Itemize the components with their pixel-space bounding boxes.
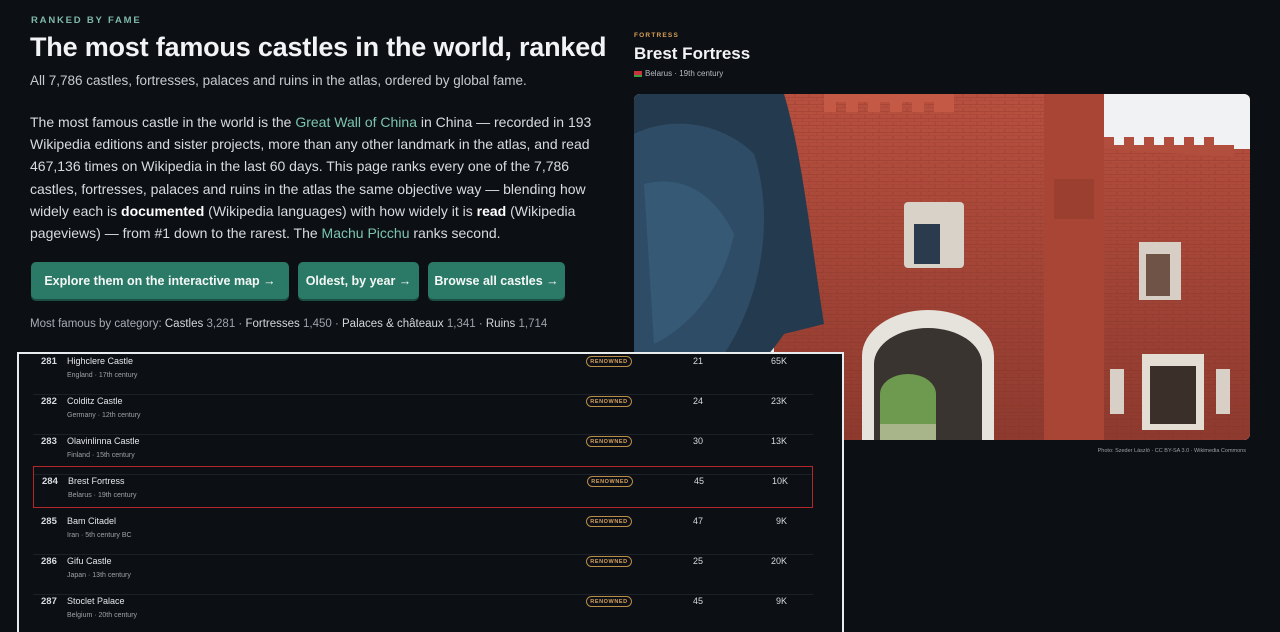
browse-castles-button[interactable]: Browse all castles →	[428, 262, 565, 299]
languages-count: 24	[692, 396, 703, 406]
status-badge: RENOWNED	[586, 396, 632, 407]
page-title: The most famous castles in the world, ra…	[30, 32, 607, 62]
table-row[interactable]: 285 Bam Citadel Iran · 5th century BC RE…	[33, 514, 813, 555]
languages-count: 45	[693, 476, 704, 486]
pageviews-count: 23K	[770, 396, 787, 406]
table-row[interactable]: 287 Stoclet Palace Belgium · 20th centur…	[33, 594, 813, 632]
explore-map-button[interactable]: Explore them on the interactive map →	[31, 262, 289, 299]
intro-text: (Wikipedia languages) with how widely it…	[204, 202, 477, 219]
castle-name[interactable]: Colditz Castle	[67, 396, 123, 406]
category-label: Castles	[164, 318, 204, 330]
category-item-palaces[interactable]: Palaces & châteaux 1,341	[342, 318, 476, 330]
category-item-ruins[interactable]: Ruins 1,714	[486, 318, 547, 330]
intro-paragraph: The most famous castle in the world is t…	[30, 111, 615, 244]
category-item-fortresses[interactable]: Fortresses 1,450	[245, 318, 331, 330]
feature-meta: Belarus · 19th century	[634, 69, 723, 78]
rank-number: 287	[41, 596, 57, 607]
castle-meta: Finland · 15th century	[67, 452, 135, 459]
page-subtitle: All 7,786 castles, fortresses, palaces a…	[30, 73, 527, 88]
table-row[interactable]: 281 Highclere Castle England · 17th cent…	[33, 354, 813, 395]
feature-title[interactable]: Brest Fortress	[634, 44, 750, 64]
castle-meta: Belgium · 20th century	[67, 612, 138, 619]
intro-bold: read	[476, 202, 507, 219]
table-row[interactable]: 282 Colditz Castle Germany · 12th centur…	[33, 394, 813, 435]
feature-eyebrow: FORTRESS	[634, 32, 679, 39]
rank-number: 286	[41, 556, 57, 567]
castle-name[interactable]: Stoclet Palace	[67, 596, 125, 606]
rank-number: 284	[42, 476, 58, 487]
status-badge: RENOWNED	[586, 556, 632, 567]
section-eyebrow: RANKED BY FAME	[31, 15, 142, 26]
rank-number: 281	[41, 356, 57, 367]
castle-meta: England · 17th century	[67, 372, 138, 379]
category-label: Palaces & châteaux	[342, 318, 444, 330]
castle-name[interactable]: Gifu Castle	[67, 556, 112, 566]
intro-text: ranks second.	[409, 225, 501, 242]
pageviews-count: 9K	[775, 596, 787, 606]
category-count: 1,714	[518, 318, 548, 330]
great-wall-link[interactable]: Great Wall of China	[295, 114, 417, 130]
languages-count: 21	[692, 356, 703, 366]
castle-meta: Iran · 5th century BC	[67, 532, 132, 539]
table-row[interactable]: 286 Gifu Castle Japan · 13th century REN…	[33, 554, 813, 595]
category-count: 3,281	[206, 318, 236, 330]
pageviews-count: 10K	[771, 476, 788, 486]
category-line: Most famous by category: Castles 3,281 ·…	[30, 318, 548, 330]
castle-name[interactable]: Bam Citadel	[67, 516, 116, 526]
category-label: Fortresses	[245, 318, 300, 330]
oldest-by-year-button[interactable]: Oldest, by year →	[298, 262, 419, 299]
status-badge: RENOWNED	[586, 596, 632, 607]
castle-name[interactable]: Highclere Castle	[67, 356, 133, 366]
castle-meta: Germany · 12th century	[67, 412, 141, 419]
rank-number: 283	[41, 436, 57, 447]
intro-text: The most famous castle in the world is t…	[30, 114, 296, 130]
pageviews-count: 9K	[775, 516, 787, 526]
status-badge: RENOWNED	[586, 516, 632, 527]
status-badge: RENOWNED	[586, 436, 632, 447]
pageviews-count: 20K	[770, 556, 787, 566]
machu-picchu-link[interactable]: Machu Picchu	[322, 225, 410, 241]
status-badge: RENOWNED	[586, 356, 632, 367]
belarus-flag-icon	[634, 70, 642, 77]
languages-count: 25	[692, 556, 703, 566]
castle-meta: Japan · 13th century	[67, 572, 131, 579]
rank-number: 285	[41, 516, 57, 527]
castle-name[interactable]: Olavinlinna Castle	[67, 436, 140, 446]
languages-count: 45	[692, 596, 703, 606]
languages-count: 30	[692, 436, 703, 446]
intro-bold: documented	[121, 202, 205, 219]
category-count: 1,341	[446, 318, 476, 330]
ranking-table: 281 Highclere Castle England · 17th cent…	[17, 352, 844, 632]
pageviews-count: 13K	[770, 436, 787, 446]
status-badge: RENOWNED	[587, 476, 633, 487]
category-label: Ruins	[485, 318, 516, 330]
castle-meta: Belarus · 19th century	[68, 492, 137, 499]
pageviews-count: 65K	[770, 356, 787, 366]
feature-meta-text: Belarus · 19th century	[645, 69, 724, 78]
category-item-castles[interactable]: Castles 3,281	[165, 318, 235, 330]
languages-count: 47	[692, 516, 703, 526]
photo-credit: Photo: Szeder László · CC BY-SA 3.0 · Wi…	[1097, 448, 1246, 454]
castle-name[interactable]: Brest Fortress	[68, 476, 125, 486]
category-count: 1,450	[302, 318, 332, 330]
table-row-highlighted[interactable]: 284 Brest Fortress Belarus · 19th centur…	[33, 466, 813, 508]
category-prefix: Most famous by category:	[30, 318, 165, 330]
rank-number: 282	[41, 396, 57, 407]
